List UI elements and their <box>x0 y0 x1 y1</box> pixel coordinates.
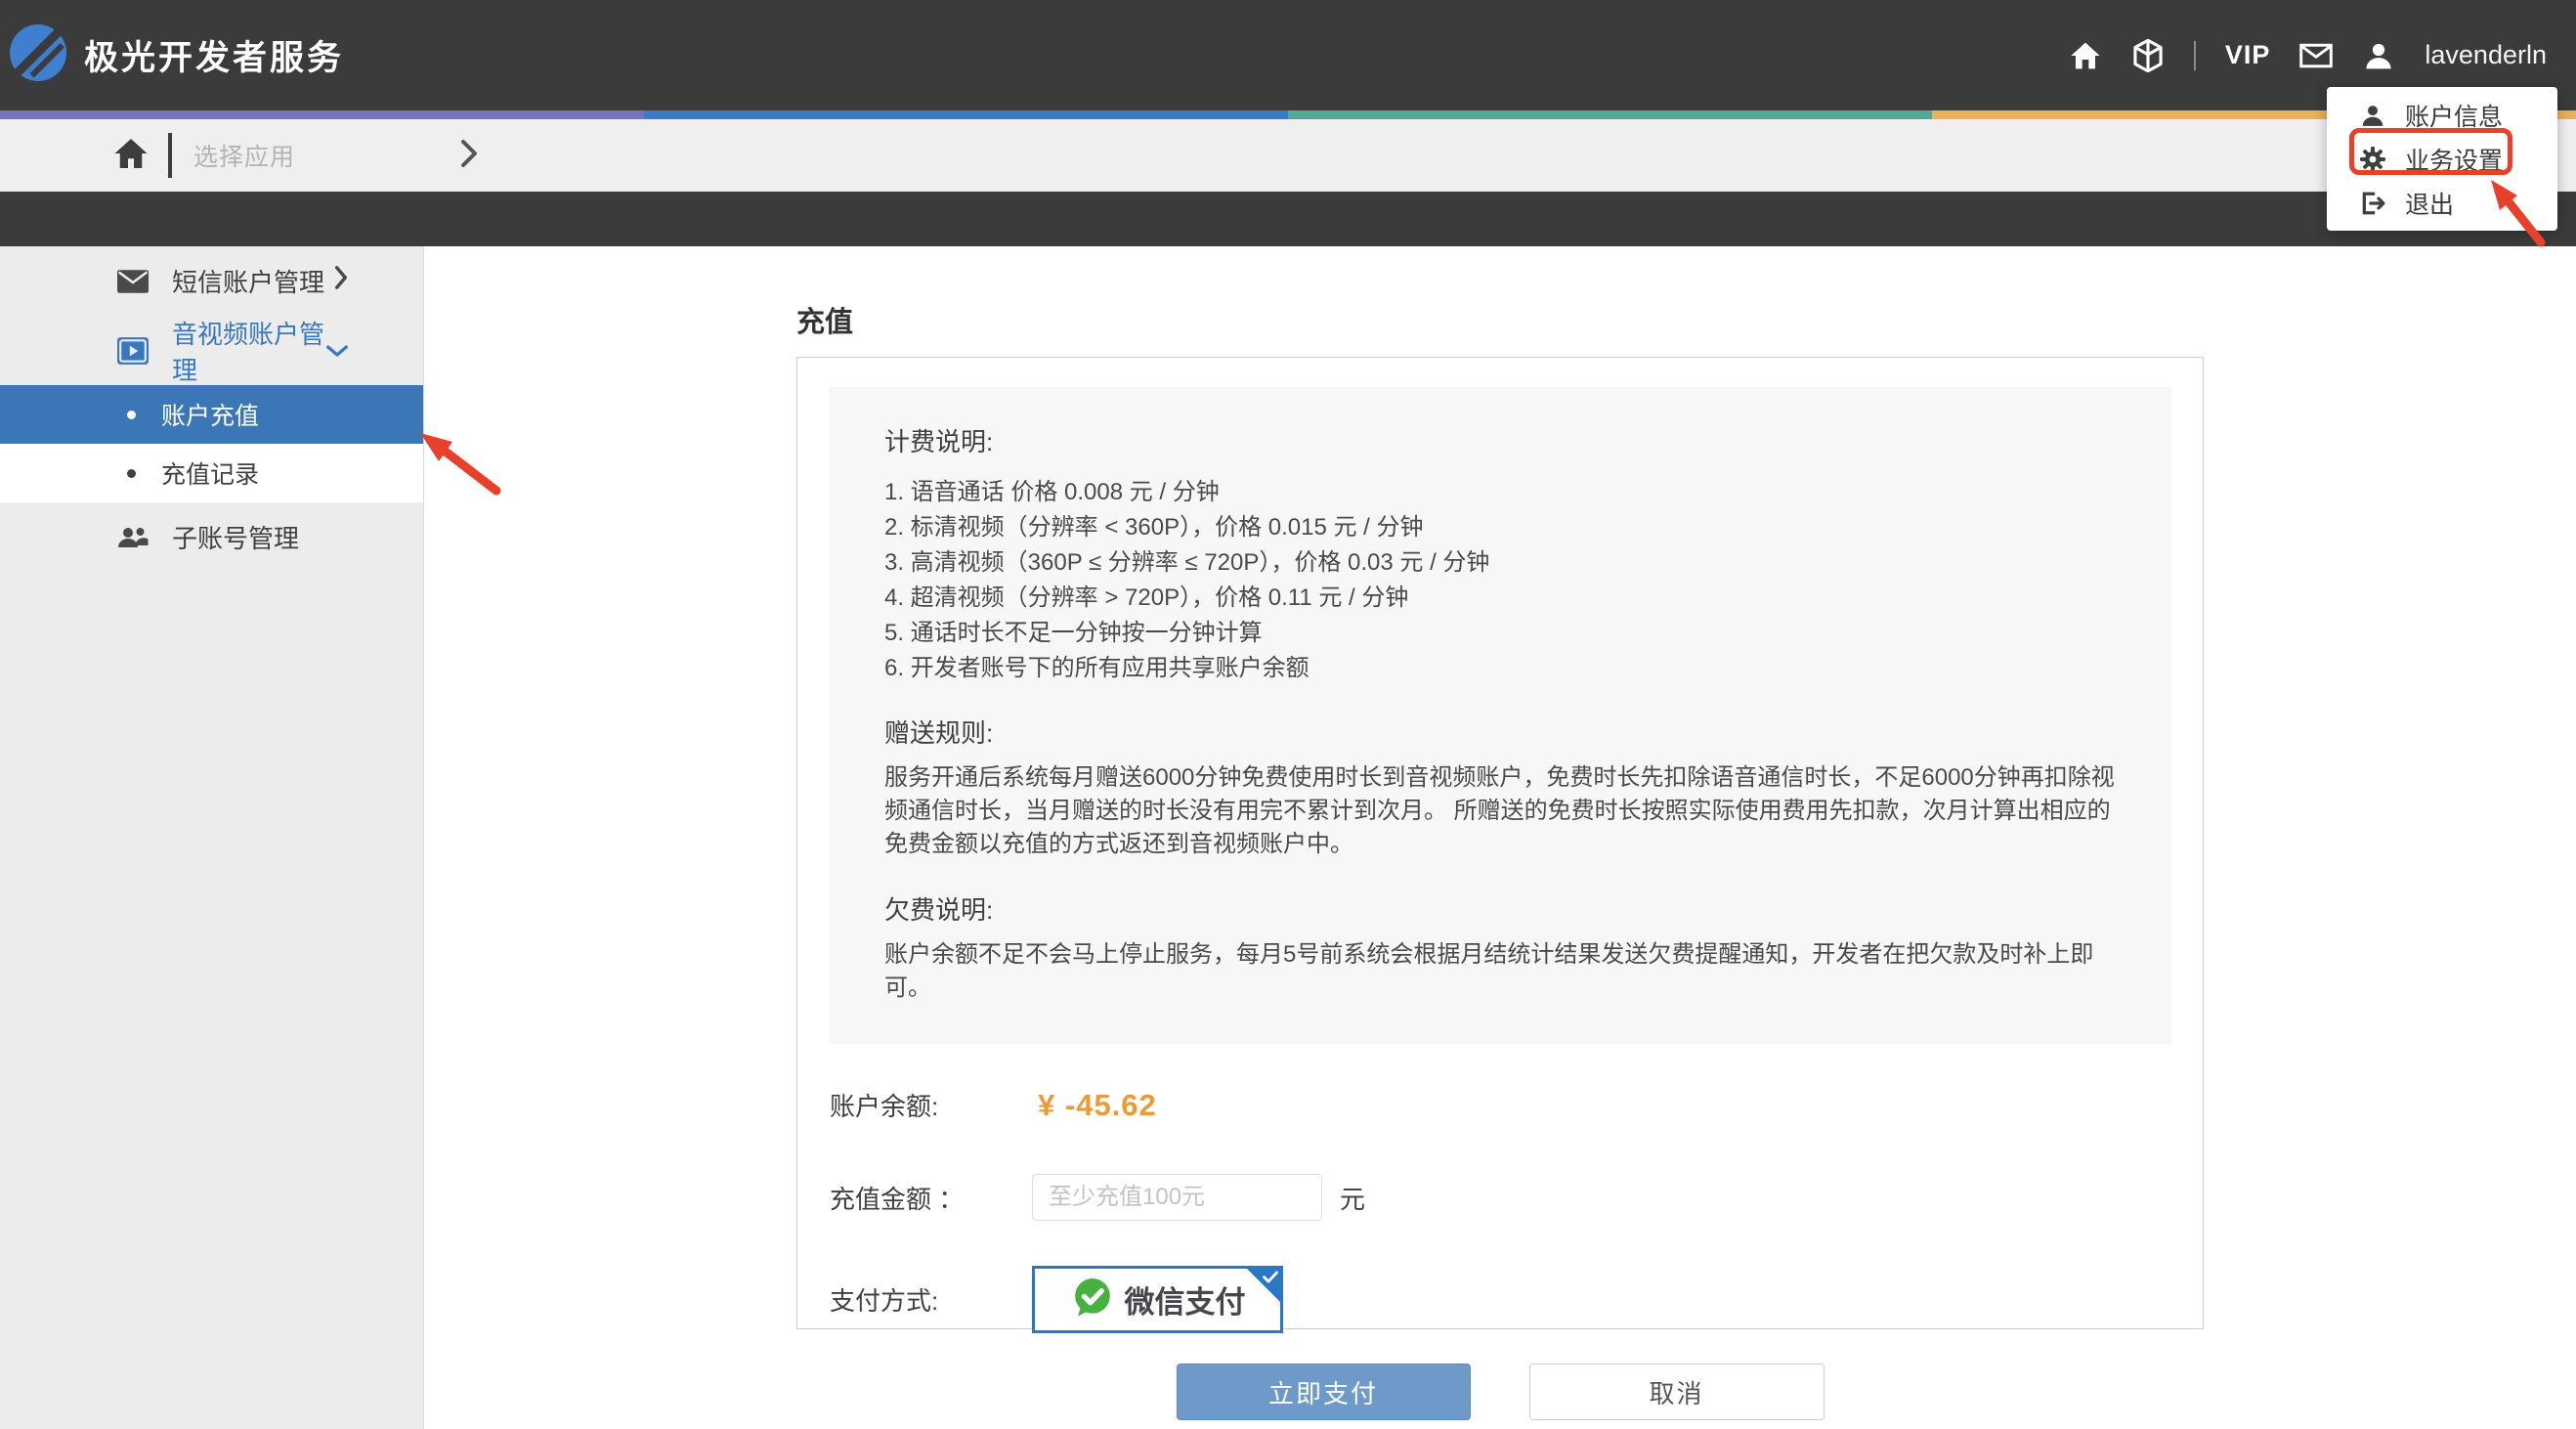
gift-rules-title: 赠送规则: <box>884 719 2116 747</box>
sidebar-item-label: 子账号管理 <box>172 519 299 555</box>
menu-item-label: 业务设置 <box>2405 142 2503 177</box>
page-title: 充值 <box>796 299 2576 340</box>
billing-item: 3. 高清视频（360P ≤ 分辨率 ≤ 720P），价格 0.03 元 / 分… <box>884 545 2116 581</box>
pay-now-button[interactable]: 立即支付 <box>1177 1364 1471 1420</box>
chevron-down-icon <box>325 335 349 366</box>
wechat-logo-icon <box>1070 1275 1115 1324</box>
user-icon[interactable] <box>2362 39 2395 72</box>
sidebar-item-av-account[interactable]: 音视频账户管理 <box>0 316 423 385</box>
sidebar-item-subaccount[interactable]: 子账号管理 <box>0 502 423 572</box>
home-icon[interactable] <box>113 137 149 175</box>
wechat-pay-option[interactable]: 微信支付 <box>1032 1266 1283 1333</box>
menu-item-label: 账户信息 <box>2405 98 2503 133</box>
home-icon[interactable] <box>2069 39 2102 72</box>
accent-strip <box>0 110 2576 119</box>
balance-value: ¥ -45.62 <box>1038 1088 1157 1123</box>
sms-envelope-icon <box>117 270 149 293</box>
billing-item: 5. 通话时长不足一分钟按一分钟计算 <box>884 616 2116 651</box>
main-content: 充值 计费说明: 1. 语音通话 价格 0.008 元 / 分钟 2. 标清视频… <box>424 246 2576 1429</box>
appbar-divider <box>168 133 172 178</box>
users-icon <box>117 525 149 550</box>
sidebar-subitem-account-recharge[interactable]: 账户充值 <box>0 385 423 444</box>
vip-link[interactable]: VIP <box>2225 40 2271 70</box>
video-icon <box>117 337 149 365</box>
user-icon <box>2358 103 2387 128</box>
gift-rules-text: 服务开通后系统每月赠送6000分钟免费使用时长到音视频账户，免费时长先扣除语音通… <box>884 761 2116 861</box>
jiguang-logo-icon <box>8 22 68 88</box>
balance-label: 账户余额: <box>830 1087 1006 1123</box>
sidebar-item-label: 充值记录 <box>161 455 259 491</box>
billing-item: 2. 标清视频（分辨率 < 360P），价格 0.015 元 / 分钟 <box>884 510 2116 545</box>
brand-link[interactable]: 极光开发者服务 <box>8 22 344 88</box>
cancel-button[interactable]: 取消 <box>1529 1364 1825 1420</box>
amount-unit: 元 <box>1340 1180 1365 1216</box>
billing-item: 6. 开发者账号下的所有应用共享账户余额 <box>884 651 2116 686</box>
check-icon <box>1263 1271 1278 1288</box>
user-dropdown-menu: 账户信息 业务设置 退出 <box>2327 87 2557 231</box>
payment-label: 支付方式: <box>830 1281 1006 1318</box>
sidebar-item-sms-account[interactable]: 短信账户管理 <box>0 246 423 316</box>
arrears-title: 欠费说明: <box>884 896 2116 924</box>
menu-item-account-info[interactable]: 账户信息 <box>2327 93 2557 137</box>
app-selector[interactable]: 选择应用 <box>193 138 295 173</box>
wechat-pay-label: 微信支付 <box>1125 1277 1246 1321</box>
sidebar-item-label: 短信账户管理 <box>172 263 324 299</box>
menu-item-logout[interactable]: 退出 <box>2327 181 2557 225</box>
sidebar: 短信账户管理 音视频账户管理 账户充值 充值记录 子账号管理 <box>0 246 424 1429</box>
brand-title: 极光开发者服务 <box>84 30 344 80</box>
amount-input[interactable] <box>1032 1174 1322 1221</box>
billing-item: 1. 语音通话 价格 0.008 元 / 分钟 <box>884 475 2116 510</box>
header-divider <box>2194 41 2196 70</box>
sidebar-item-label: 账户充值 <box>161 397 259 432</box>
billing-item: 4. 超清视频（分辨率 > 720P），价格 0.11 元 / 分钟 <box>884 581 2116 616</box>
recharge-panel: 计费说明: 1. 语音通话 价格 0.008 元 / 分钟 2. 标清视频（分辨… <box>796 357 2204 1329</box>
amount-label: 充值金额 ： <box>830 1180 1006 1216</box>
menu-item-label: 退出 <box>2405 186 2454 221</box>
username[interactable]: lavenderln <box>2425 40 2547 70</box>
billing-list: 1. 语音通话 价格 0.008 元 / 分钟 2. 标清视频（分辨率 < 36… <box>884 475 2116 686</box>
secondary-dark-bar <box>0 192 2576 246</box>
mail-icon[interactable] <box>2299 39 2333 72</box>
logout-icon <box>2358 191 2387 216</box>
top-header: 极光开发者服务 VIP lavenderln <box>0 0 2576 110</box>
sidebar-item-label: 音视频账户管理 <box>172 315 325 387</box>
bullet-icon <box>127 411 136 419</box>
arrears-text: 账户余额不足不会马上停止服务，每月5号前系统会根据月结统计结果发送欠费提醒通知，… <box>884 938 2116 1005</box>
menu-item-business-settings[interactable]: 业务设置 <box>2327 137 2557 181</box>
bullet-icon <box>127 469 136 478</box>
gear-icon <box>2358 146 2387 173</box>
sidebar-subitem-recharge-records[interactable]: 充值记录 <box>0 444 423 502</box>
chevron-right-icon <box>333 265 349 297</box>
billing-title: 计费说明: <box>884 428 2116 455</box>
chevron-right-icon[interactable] <box>459 139 479 173</box>
products-cube-icon[interactable] <box>2131 39 2165 72</box>
billing-infobox: 计费说明: 1. 语音通话 价格 0.008 元 / 分钟 2. 标清视频（分辨… <box>829 387 2171 1044</box>
app-select-bar: 选择应用 <box>0 119 2576 192</box>
